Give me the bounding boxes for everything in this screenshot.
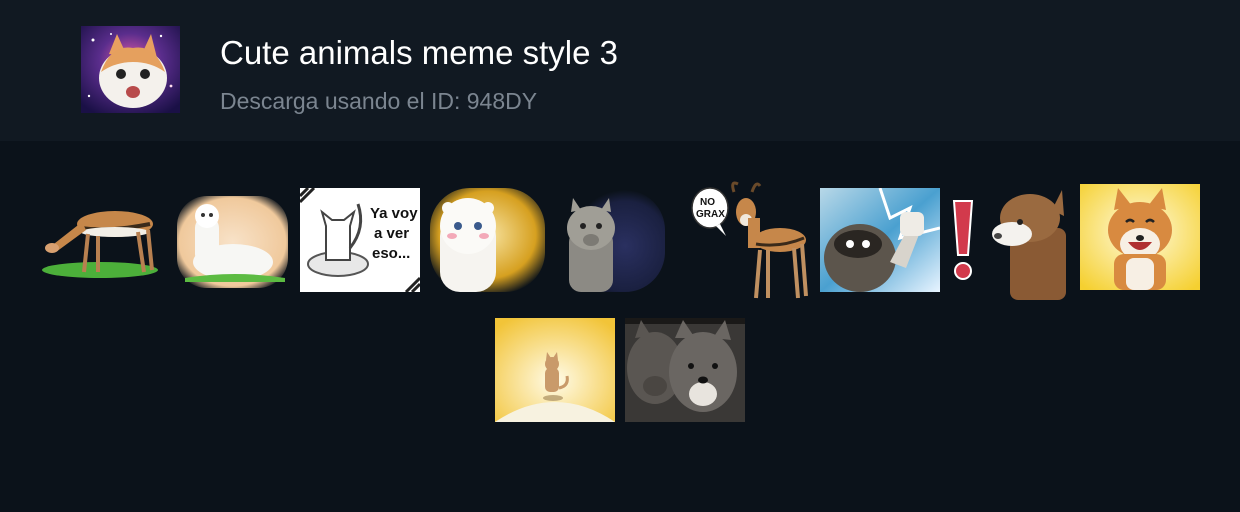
pack-download-id: Descarga usando el ID: 948DY [220, 88, 538, 114]
sticker-two-wolves[interactable] [625, 318, 745, 422]
sticker-exclamation-mark[interactable] [948, 195, 978, 285]
sticker-cat-on-robot-vacuum[interactable]: Ya voy a ver eso... [300, 188, 420, 292]
sticker-text-line-1: Ya voy [370, 205, 418, 222]
sticker-gazelle-grazing[interactable] [40, 192, 160, 282]
sticker-white-alpaca-lying[interactable] [175, 192, 290, 292]
sticker-text-line-3: eso... [372, 245, 410, 262]
sticker-raccoon-fist-lightning[interactable] [820, 188, 940, 292]
sticker-cat-sunburst[interactable] [495, 318, 615, 422]
sticker-brown-alpaca[interactable] [990, 188, 1070, 300]
pack-title: Cute animals meme style 3 [220, 34, 618, 71]
sticker-gazelle-no-grax[interactable]: NO GRAX [690, 178, 810, 300]
sticker-alpaca-sparkle[interactable] [430, 188, 545, 292]
pack-header: Cute animals meme style 3 Descarga usand… [0, 0, 1240, 141]
sticker-shiba-laughing[interactable] [1080, 184, 1200, 290]
sticker-text-line-2: a ver [374, 225, 409, 242]
pack-thumbnail [81, 26, 180, 113]
sticker-gray-alpaca-dark[interactable] [555, 190, 670, 292]
speech-text-line-2: GRAX [696, 209, 725, 220]
speech-text-line-1: NO [700, 197, 715, 208]
